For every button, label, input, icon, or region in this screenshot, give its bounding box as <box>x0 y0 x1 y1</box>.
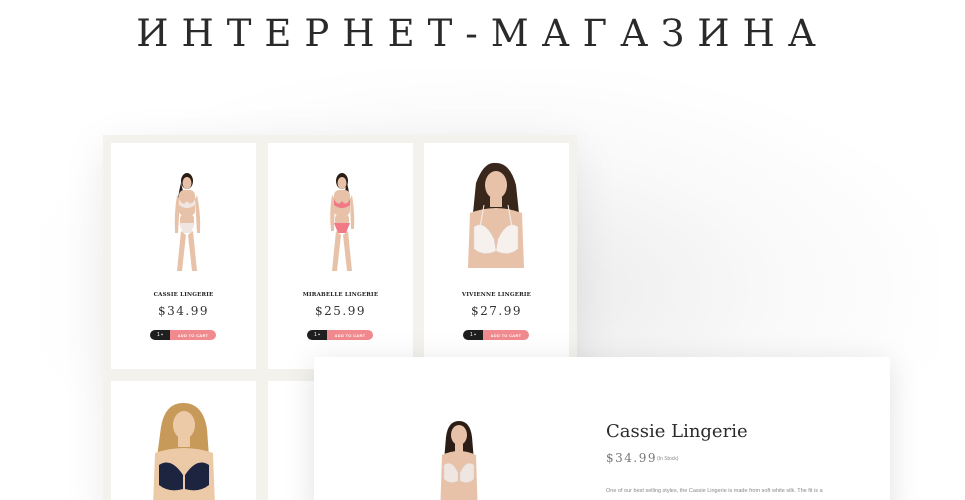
add-to-cart-button[interactable]: ADD TO CART <box>170 330 216 340</box>
add-to-cart-control: 1 ▪ ADD TO CART <box>307 330 373 340</box>
cart-quantity-button[interactable]: 1 ▪ <box>307 330 327 340</box>
product-name[interactable]: CASSIE LINGERIE <box>111 292 256 298</box>
add-to-cart-control: 1 ▪ ADD TO CART <box>150 330 216 340</box>
product-card[interactable]: CASSIE LINGERIE $34.99 1 ▪ ADD TO CART <box>111 143 256 369</box>
product-detail-panel: Cassie Lingerie $34.99 (In Stock) One of… <box>314 357 890 500</box>
headline-previous-line <box>0 0 965 2</box>
product-price: $25.99 <box>315 304 366 318</box>
product-image[interactable] <box>424 143 569 283</box>
page-headline: ИНТЕРНЕТ-МАГАЗИНА <box>136 12 829 55</box>
product-name[interactable]: MIRABELLE LINGERIE <box>268 292 413 298</box>
product-card[interactable] <box>111 381 256 500</box>
product-price: $34.99 <box>606 451 657 465</box>
product-card[interactable] <box>268 381 318 500</box>
product-description: One of our best selling styles, the Cass… <box>606 488 823 494</box>
cart-quantity-button[interactable]: 1 ▪ <box>150 330 170 340</box>
product-image[interactable] <box>268 143 413 283</box>
cart-quantity-button[interactable]: 1 ▪ <box>463 330 483 340</box>
product-card[interactable]: MIRABELLE LINGERIE $25.99 1 ▪ ADD TO CAR… <box>268 143 413 369</box>
product-detail-image[interactable] <box>424 417 494 500</box>
add-to-cart-control: 1 ▪ ADD TO CART <box>463 330 529 340</box>
stock-status: (In Stock) <box>657 456 679 462</box>
add-to-cart-button[interactable]: ADD TO CART <box>327 330 373 340</box>
product-price: $27.99 <box>471 304 522 318</box>
product-title: Cassie Lingerie <box>606 421 748 442</box>
product-price: $34.99 <box>158 304 209 318</box>
product-image[interactable] <box>111 143 256 283</box>
product-card[interactable]: VIVIENNE LINGERIE $27.99 1 ▪ ADD TO CART <box>424 143 569 369</box>
add-to-cart-button[interactable]: ADD TO CART <box>483 330 529 340</box>
product-image[interactable] <box>111 381 256 500</box>
product-name[interactable]: VIVIENNE LINGERIE <box>424 292 569 298</box>
